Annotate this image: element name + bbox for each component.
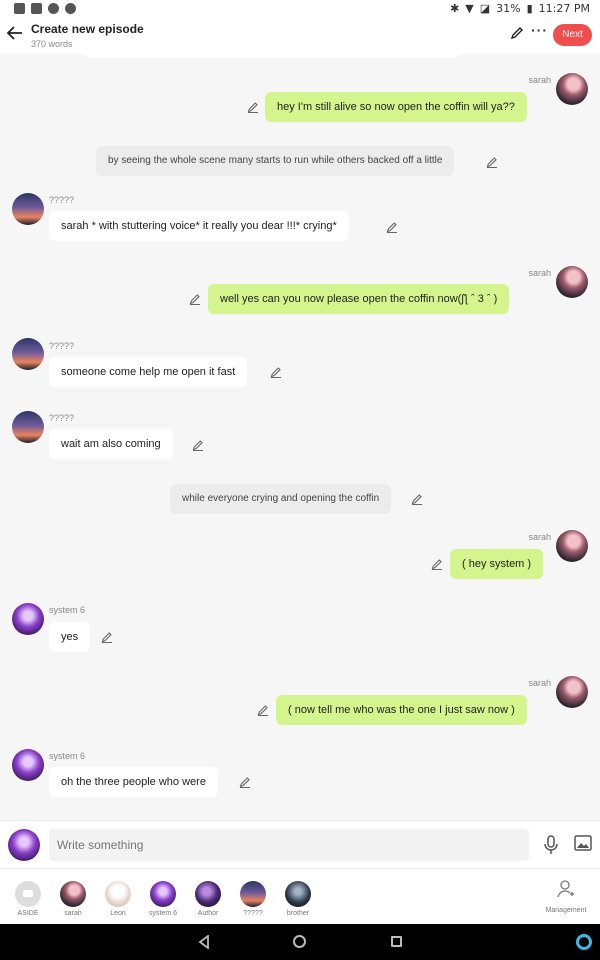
character-sarah[interactable]: sarah — [58, 881, 88, 917]
selected-character-avatar[interactable] — [8, 829, 40, 861]
microphone-icon[interactable] — [543, 835, 559, 860]
more-options-icon[interactable]: ··· — [531, 22, 548, 38]
author-avatar — [195, 881, 221, 907]
management-button[interactable]: Management — [544, 879, 588, 914]
aside-bubble[interactable]: while everyone crying and opening the co… — [170, 484, 392, 514]
edit-message-icon[interactable] — [431, 557, 443, 571]
message-bubble[interactable]: wait am also coming — [49, 429, 173, 459]
alexa-icon[interactable] — [576, 934, 592, 950]
aside-bubble[interactable]: by seeing the whole scene many starts to… — [96, 146, 455, 176]
sender-name: sarah — [528, 678, 551, 688]
character-brother[interactable]: brother — [283, 881, 313, 917]
sender-name: ????? — [49, 413, 75, 423]
character-system-6[interactable]: system 6 — [148, 881, 178, 917]
edit-message-icon[interactable] — [239, 775, 251, 789]
character-leon[interactable]: Leon — [103, 881, 133, 917]
edit-message-icon[interactable] — [386, 220, 398, 234]
edit-message-icon[interactable] — [101, 630, 113, 644]
edit-message-icon[interactable] — [270, 365, 282, 379]
back-arrow-icon[interactable] — [6, 24, 28, 46]
system-6-avatar[interactable] — [12, 749, 44, 781]
character-author[interactable]: Author — [193, 881, 223, 917]
sarah-avatar — [60, 881, 86, 907]
nav-home-icon[interactable] — [293, 935, 306, 948]
nav-recents-icon[interactable] — [391, 936, 402, 947]
edit-message-icon[interactable] — [257, 703, 269, 717]
sender-name: sarah — [528, 75, 551, 85]
bluetooth-icon: ✱ — [450, 2, 460, 15]
message-bubble[interactable]: well yes can you now please open the cof… — [208, 284, 510, 314]
wifi-icon: ▼ — [465, 2, 474, 15]
system-navigation-bar — [0, 924, 600, 960]
unknown-character-avatar[interactable] — [12, 193, 44, 225]
compose-bar — [0, 820, 600, 868]
aside-icon — [15, 881, 41, 907]
brother-avatar — [285, 881, 311, 907]
character-unknown[interactable]: ????? — [238, 881, 268, 917]
battery-icon: ▮ — [526, 2, 533, 15]
sender-name: system 6 — [49, 751, 86, 761]
unknown-avatar — [240, 881, 266, 907]
battery-percent: 31% — [496, 2, 521, 15]
message-bubble[interactable]: ( now tell me who was the one I just saw… — [276, 695, 527, 725]
sarah-avatar[interactable] — [556, 73, 588, 105]
cloud-notification-icon — [65, 3, 76, 14]
edit-message-icon[interactable] — [411, 492, 423, 506]
sender-name: system 6 — [49, 605, 86, 615]
previous-message-edge — [84, 48, 460, 58]
app-notification-icon — [31, 3, 42, 14]
sender-name: ????? — [49, 341, 75, 351]
unknown-character-avatar[interactable] — [12, 411, 44, 443]
management-icon — [557, 880, 574, 898]
edit-message-icon[interactable] — [189, 292, 201, 306]
sarah-avatar[interactable] — [556, 676, 588, 708]
edit-message-icon[interactable] — [247, 100, 259, 114]
message-input[interactable] — [49, 829, 529, 861]
sender-name: ????? — [49, 195, 75, 205]
message-bubble[interactable]: yes — [49, 622, 91, 652]
system-6-avatar — [150, 881, 176, 907]
system-6-avatar[interactable] — [12, 603, 44, 635]
message-bubble[interactable]: sarah * with stuttering voice* it really… — [49, 211, 349, 241]
leon-avatar — [105, 881, 131, 907]
shop-notification-icon — [48, 3, 59, 14]
edit-message-icon[interactable] — [192, 438, 204, 452]
character-aside[interactable]: ASIDE — [13, 881, 43, 917]
unknown-character-avatar[interactable] — [12, 338, 44, 370]
page-title: Create new episode — [31, 22, 144, 36]
sarah-avatar[interactable] — [556, 530, 588, 562]
character-selector: ASIDE sarah Leon system 6 Author ????? b… — [0, 868, 600, 924]
next-button[interactable]: Next — [553, 24, 592, 46]
nav-back-icon[interactable] — [198, 934, 210, 954]
clock: 11:27 PM — [538, 2, 590, 15]
sender-name: sarah — [528, 532, 551, 542]
message-bubble[interactable]: someone come help me open it fast — [49, 357, 248, 387]
no-signal-icon: ◪ — [479, 2, 491, 15]
sarah-avatar[interactable] — [556, 266, 588, 298]
message-bubble[interactable]: oh the three people who were — [49, 767, 218, 797]
edit-pen-icon[interactable] — [510, 26, 524, 45]
status-bar: ✱ ▼ ◪ 31% ▮ 11:27 PM — [0, 0, 600, 18]
image-icon[interactable] — [574, 835, 592, 856]
edit-message-icon[interactable] — [486, 155, 498, 169]
sender-name: sarah — [528, 268, 551, 278]
word-count: 370 words — [31, 39, 73, 49]
message-bubble[interactable]: ( hey system ) — [450, 549, 544, 579]
message-bubble[interactable]: hey I'm still alive so now open the coff… — [265, 92, 527, 122]
gallery-notification-icon — [14, 3, 25, 14]
